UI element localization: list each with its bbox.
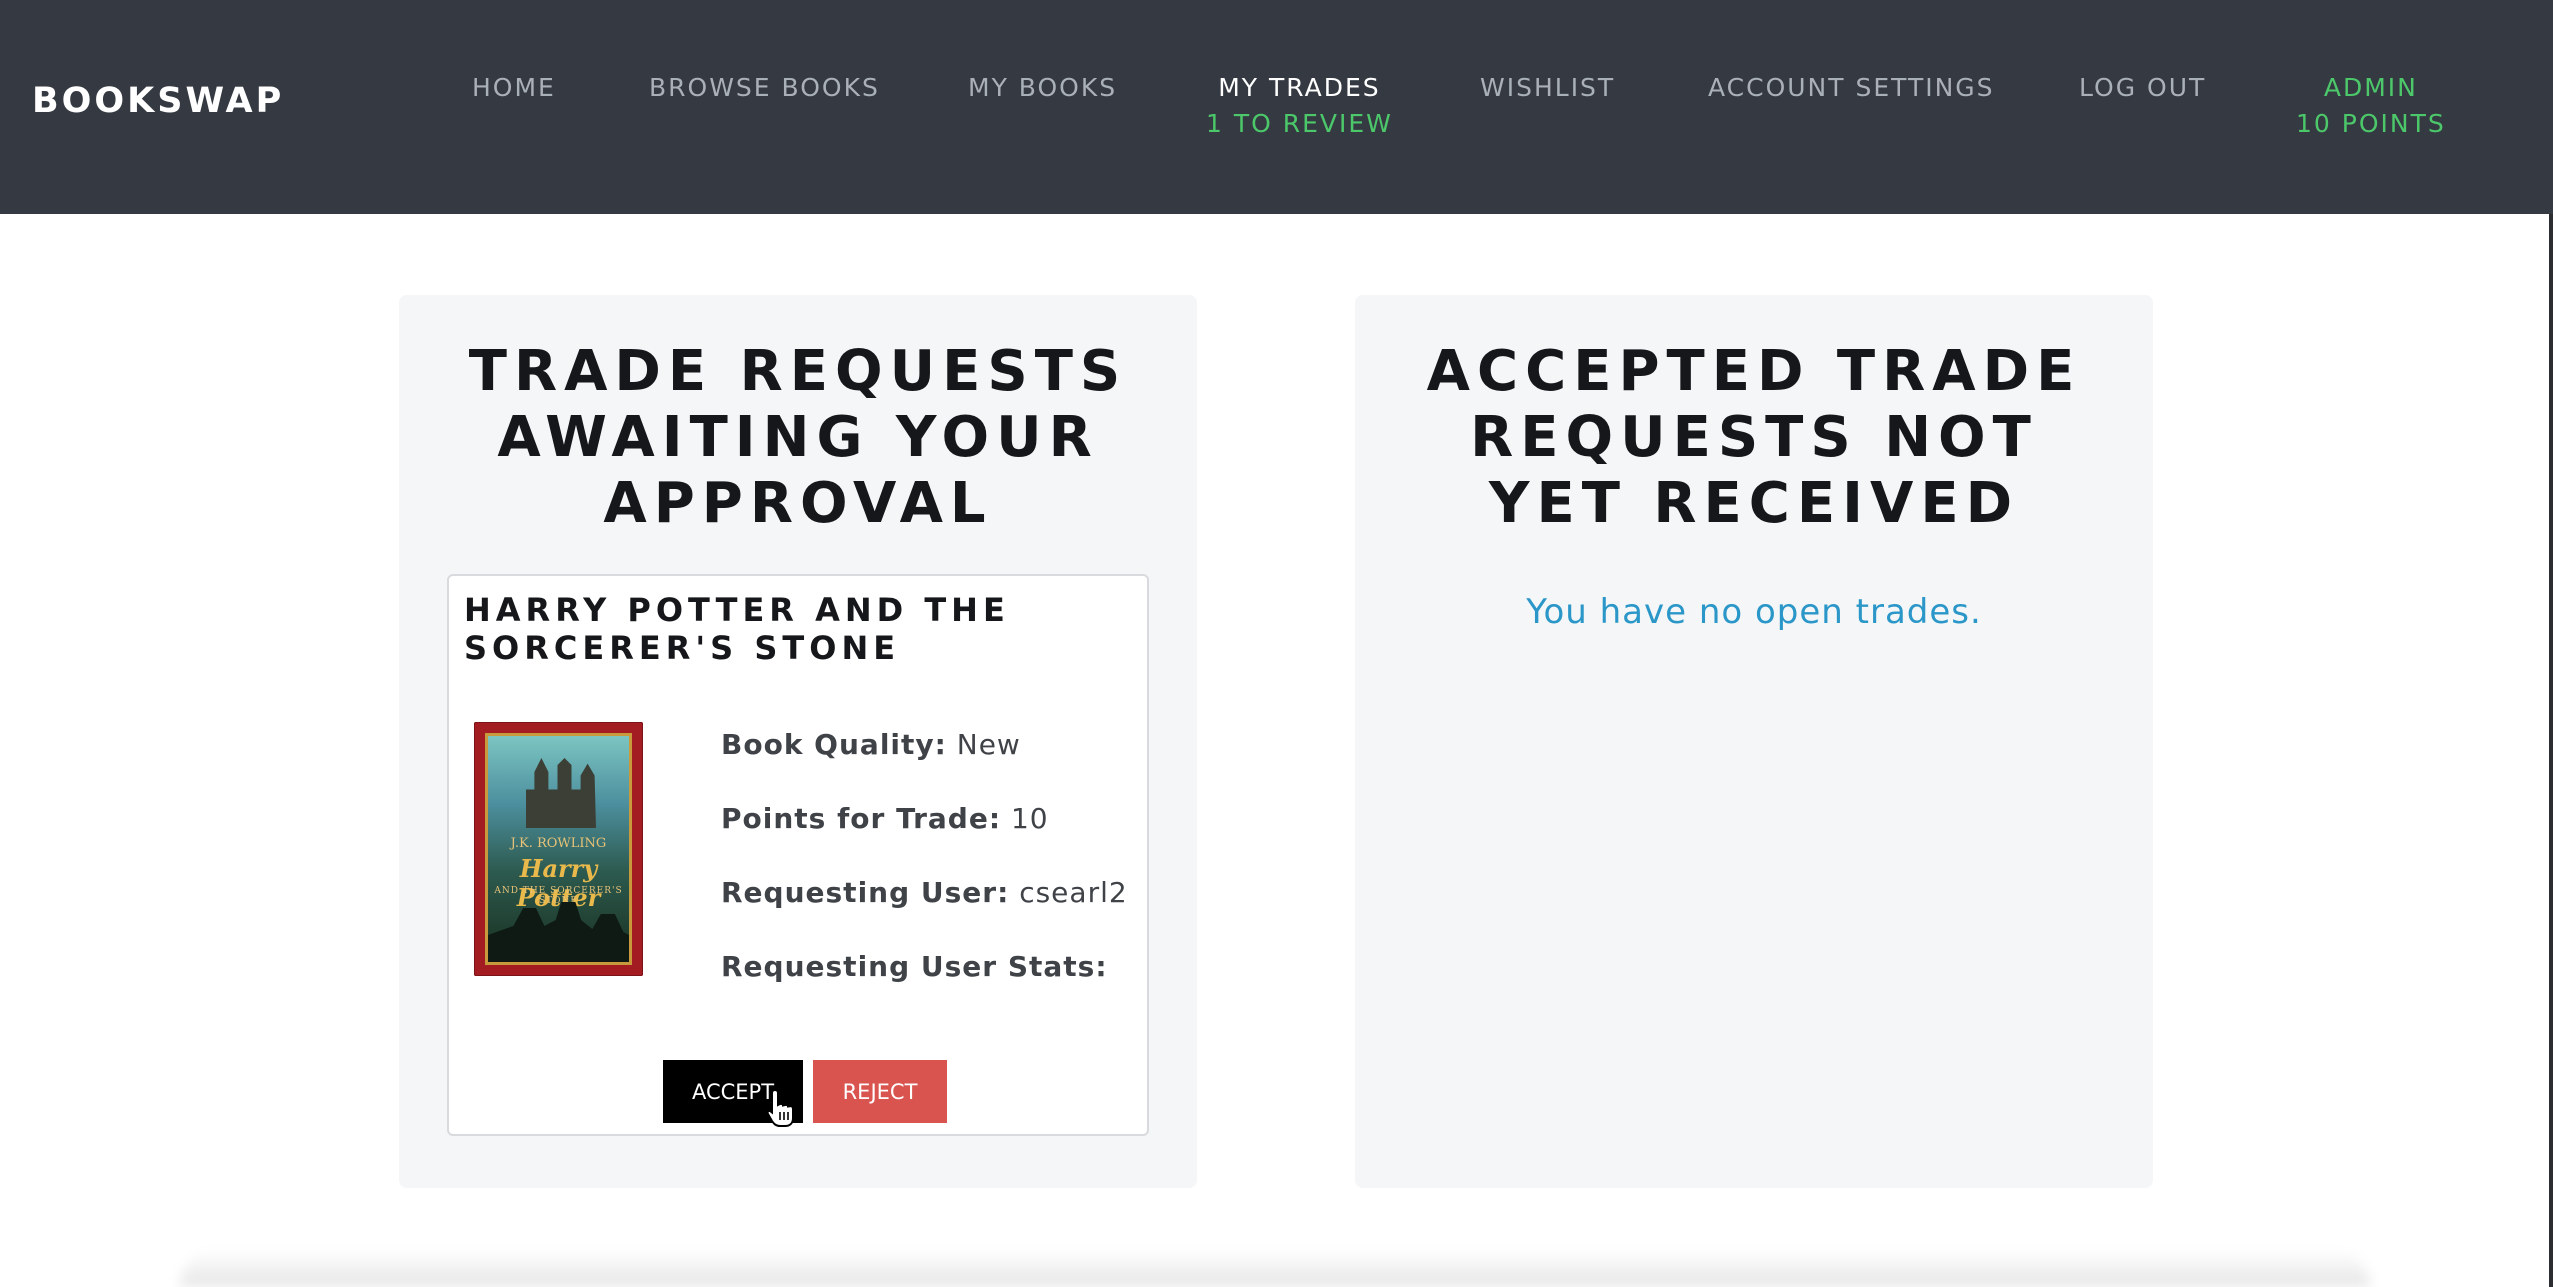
nav-my-books-label: MY BOOKS xyxy=(968,73,1118,102)
nav-account-settings-label: ACCOUNT SETTINGS xyxy=(1708,73,1995,102)
nav-my-trades-review-count: 1 TO REVIEW xyxy=(1206,109,1393,138)
requesting-user-value: csearl2 xyxy=(1019,876,1128,909)
nav-my-books[interactable]: MY BOOKS xyxy=(968,70,1117,106)
pending-trades-panel: TRADE REQUESTS AWAITING YOUR APPROVAL HA… xyxy=(399,295,1197,1188)
footer-shadow xyxy=(180,1250,2370,1287)
nav-account-settings[interactable]: ACCOUNT SETTINGS xyxy=(1708,70,1995,106)
requesting-user-stats-label: Requesting User Stats: xyxy=(721,950,1108,983)
points-for-trade-value: 10 xyxy=(1010,802,1049,835)
nav-account-user[interactable]: ADMIN 10 POINTS xyxy=(2296,70,2446,142)
hand-pointer-cursor-icon xyxy=(766,1088,794,1127)
accepted-trades-title: ACCEPTED TRADE REQUESTS NOT YET RECEIVED xyxy=(1426,339,2082,536)
detail-book-quality: Book Quality: New xyxy=(721,728,1128,802)
detail-requesting-user: Requesting User: csearl2 xyxy=(721,876,1128,950)
book-cover-art: J.K. ROWLING Harry Potter AND THE SORCER… xyxy=(485,733,632,965)
nav-browse-books-label: BROWSE BOOKS xyxy=(649,73,880,102)
nav-home-label: HOME xyxy=(472,73,556,102)
book-cover-image: J.K. ROWLING Harry Potter AND THE SORCER… xyxy=(474,722,643,976)
trade-request-card: HARRY POTTER AND THE SORCERER'S STONE J.… xyxy=(447,574,1149,1136)
nav-my-trades[interactable]: MY TRADES 1 TO REVIEW xyxy=(1206,70,1393,142)
nav-wishlist[interactable]: WISHLIST xyxy=(1480,70,1615,106)
nav-my-trades-label: MY TRADES xyxy=(1218,73,1381,102)
no-open-trades-message: You have no open trades. xyxy=(1526,592,1982,632)
nav-log-out[interactable]: LOG OUT xyxy=(2079,70,2206,106)
brand-logo[interactable]: BOOKSWAP xyxy=(32,81,284,121)
nav-username: ADMIN xyxy=(2323,73,2418,102)
cover-author-text: J.K. ROWLING xyxy=(510,836,607,851)
detail-points-for-trade: Points for Trade: 10 xyxy=(721,802,1128,876)
trade-details: Book Quality: New Points for Trade: 10 R… xyxy=(721,728,1128,1024)
window-edge xyxy=(2549,214,2553,1287)
reject-button[interactable]: REJECT xyxy=(813,1060,947,1123)
nav-user-points: 10 POINTS xyxy=(2296,109,2446,138)
nav-browse-books[interactable]: BROWSE BOOKS xyxy=(649,70,880,106)
trade-book-title: HARRY POTTER AND THE SORCERER'S STONE xyxy=(464,591,1010,667)
cover-castle-art xyxy=(526,758,596,828)
points-for-trade-label: Points for Trade: xyxy=(721,802,1002,835)
accepted-trades-panel: ACCEPTED TRADE REQUESTS NOT YET RECEIVED… xyxy=(1355,295,2153,1188)
book-quality-label: Book Quality: xyxy=(721,728,947,761)
requesting-user-label: Requesting User: xyxy=(721,876,1010,909)
nav-home[interactable]: HOME xyxy=(472,70,556,106)
nav-log-out-label: LOG OUT xyxy=(2079,73,2207,102)
nav-wishlist-label: WISHLIST xyxy=(1480,73,1616,102)
detail-requesting-user-stats: Requesting User Stats: xyxy=(721,950,1128,1024)
pending-trades-title: TRADE REQUESTS AWAITING YOUR APPROVAL xyxy=(468,339,1128,536)
book-quality-value: New xyxy=(956,728,1021,761)
top-navbar: BOOKSWAP HOME BROWSE BOOKS MY BOOKS MY T… xyxy=(0,0,2553,214)
cover-subtitle-text: AND THE SORCERER'S STONE xyxy=(494,886,623,906)
